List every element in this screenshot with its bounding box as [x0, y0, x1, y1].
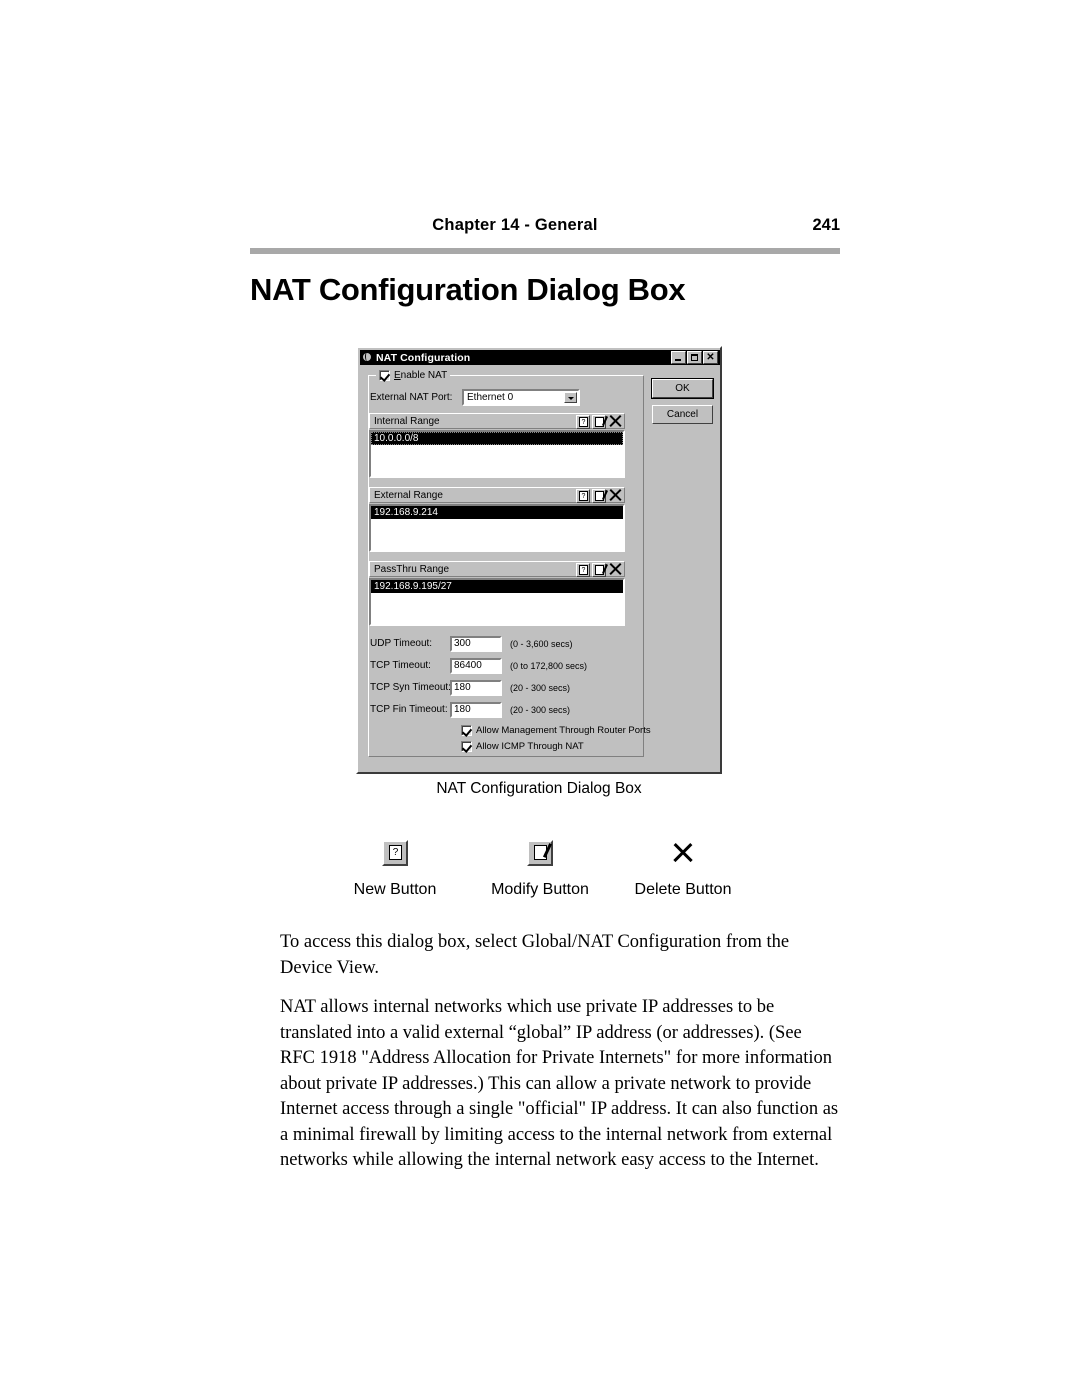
internal-range-label: Internal Range: [374, 415, 440, 427]
enable-nat-checkbox[interactable]: Enable NAT: [376, 369, 451, 381]
ok-button[interactable]: OK: [652, 379, 713, 398]
list-item[interactable]: 192.168.9.195/27: [371, 580, 623, 593]
tcp-fin-timeout-row: TCP Fin Timeout: 180 (20 - 300 secs): [370, 701, 630, 718]
minimize-icon[interactable]: [671, 351, 686, 364]
header-divider-rule: [250, 248, 840, 254]
body-text: To access this dialog box, select Global…: [280, 930, 840, 1188]
page-title: NAT Configuration Dialog Box: [250, 272, 686, 307]
allow-icmp-checkbox[interactable]: Allow ICMP Through NAT: [461, 741, 584, 752]
legend-label: Delete Button: [634, 881, 732, 898]
external-range-listbox[interactable]: 192.168.9.214: [369, 504, 625, 552]
enable-nat-label: Enable NAT: [394, 369, 448, 381]
tcp-fin-timeout-hint: (20 - 300 secs): [510, 704, 571, 715]
tcp-timeout-hint: (0 to 172,800 secs): [510, 660, 588, 671]
external-range-header: External Range ?: [369, 487, 625, 503]
checkbox-box[interactable]: [379, 369, 390, 381]
internal-range-tools: ?: [576, 414, 623, 429]
list-item[interactable]: 10.0.0.0/8: [371, 432, 623, 445]
tcp-timeout-input[interactable]: 86400: [450, 657, 502, 674]
external-range-tools: ?: [576, 488, 623, 503]
tcp-syn-timeout-input[interactable]: 180: [450, 679, 502, 696]
internal-range-header: Internal Range ?: [369, 413, 625, 429]
allow-icmp-label: Allow ICMP Through NAT: [476, 741, 584, 752]
dialog-body: Enable NAT External NAT Port: Ethernet 0…: [360, 367, 718, 772]
external-nat-port-value: Ethernet 0: [467, 392, 514, 403]
close-glyph: ✕: [706, 352, 715, 363]
new-button[interactable]: ?: [576, 414, 590, 429]
close-icon[interactable]: ✕: [703, 351, 718, 364]
legend-label: Modify Button: [491, 881, 589, 898]
modify-button[interactable]: [592, 414, 606, 429]
passthru-range-label: PassThru Range: [374, 563, 450, 575]
modify-button[interactable]: [592, 562, 606, 577]
chevron-down-icon[interactable]: [564, 392, 577, 403]
list-item[interactable]: 192.168.9.214: [371, 506, 623, 519]
passthru-range-header: PassThru Range ?: [369, 561, 625, 577]
udp-timeout-hint: (0 - 3,600 secs): [510, 638, 573, 649]
external-nat-port-select[interactable]: Ethernet 0: [462, 389, 580, 406]
tcp-syn-timeout-label: TCP Syn Timeout:: [370, 682, 451, 693]
legend-label: New Button: [353, 881, 437, 898]
delete-x-icon[interactable]: [670, 840, 696, 866]
legend-buttons-row: ? New Button Modify Button Delete Button: [280, 840, 840, 920]
dialog-title: NAT Configuration: [376, 351, 471, 364]
tcp-syn-timeout-row: TCP Syn Timeout: 180 (20 - 300 secs): [370, 679, 630, 696]
passthru-range-listbox[interactable]: 192.168.9.195/27: [369, 578, 625, 626]
tcp-fin-timeout-input[interactable]: 180: [450, 701, 502, 718]
page-running-header: Chapter 14 - General 241: [250, 216, 840, 240]
delete-button[interactable]: [608, 488, 623, 503]
new-button[interactable]: ?: [576, 562, 590, 577]
passthru-range-tools: ?: [576, 562, 623, 577]
chapter-label: Chapter 14 - General: [432, 216, 598, 234]
modify-pencil-icon[interactable]: [527, 840, 553, 866]
legend-new-button: ? New Button: [315, 840, 475, 899]
cancel-button[interactable]: Cancel: [652, 405, 713, 424]
external-nat-port-label: External NAT Port:: [370, 392, 453, 403]
internal-range-listbox[interactable]: 10.0.0.0/8: [369, 430, 625, 478]
dialog-titlebar[interactable]: NAT Configuration ✕: [360, 350, 720, 365]
tcp-fin-timeout-label: TCP Fin Timeout:: [370, 704, 448, 715]
paragraph-nat-description: NAT allows internal networks which use p…: [280, 997, 839, 1170]
page-number: 241: [812, 216, 840, 234]
legend-modify-button: Modify Button: [460, 840, 620, 899]
tcp-timeout-row: TCP Timeout: 86400 (0 to 172,800 secs): [370, 657, 630, 674]
modify-button[interactable]: [592, 488, 606, 503]
delete-button[interactable]: [608, 562, 623, 577]
nat-configuration-dialog: NAT Configuration ✕ Enable NAT External …: [356, 346, 722, 774]
delete-button[interactable]: [608, 414, 623, 429]
passthru-range-block: PassThru Range ? 192.168.9.195/27: [369, 561, 625, 626]
tcp-syn-timeout-hint: (20 - 300 secs): [510, 682, 571, 693]
allow-management-label: Allow Management Through Router Ports: [476, 725, 651, 736]
tcp-timeout-label: TCP Timeout:: [370, 660, 431, 671]
external-range-block: External Range ? 192.168.9.214: [369, 487, 625, 552]
udp-timeout-input[interactable]: 300: [450, 635, 502, 652]
checkbox-box[interactable]: [461, 725, 472, 736]
external-nat-port-row: External NAT Port: Ethernet 0: [370, 389, 624, 406]
new-page-icon[interactable]: ?: [382, 840, 408, 866]
figure-caption: NAT Configuration Dialog Box: [436, 780, 642, 797]
udp-timeout-label: UDP Timeout:: [370, 638, 433, 649]
globe-icon: [361, 351, 374, 364]
checkbox-box[interactable]: [461, 741, 472, 752]
maximize-icon[interactable]: [687, 351, 702, 364]
legend-delete-button: Delete Button: [603, 840, 763, 899]
udp-timeout-row: UDP Timeout: 300 (0 - 3,600 secs): [370, 635, 630, 652]
internal-range-block: Internal Range ? 10.0.0.0/8: [369, 413, 625, 478]
paragraph-access: To access this dialog box, select Global…: [280, 932, 790, 978]
external-range-label: External Range: [374, 489, 443, 501]
window-controls: ✕: [671, 351, 718, 364]
allow-management-checkbox[interactable]: Allow Management Through Router Ports: [461, 725, 651, 736]
new-button[interactable]: ?: [576, 488, 590, 503]
